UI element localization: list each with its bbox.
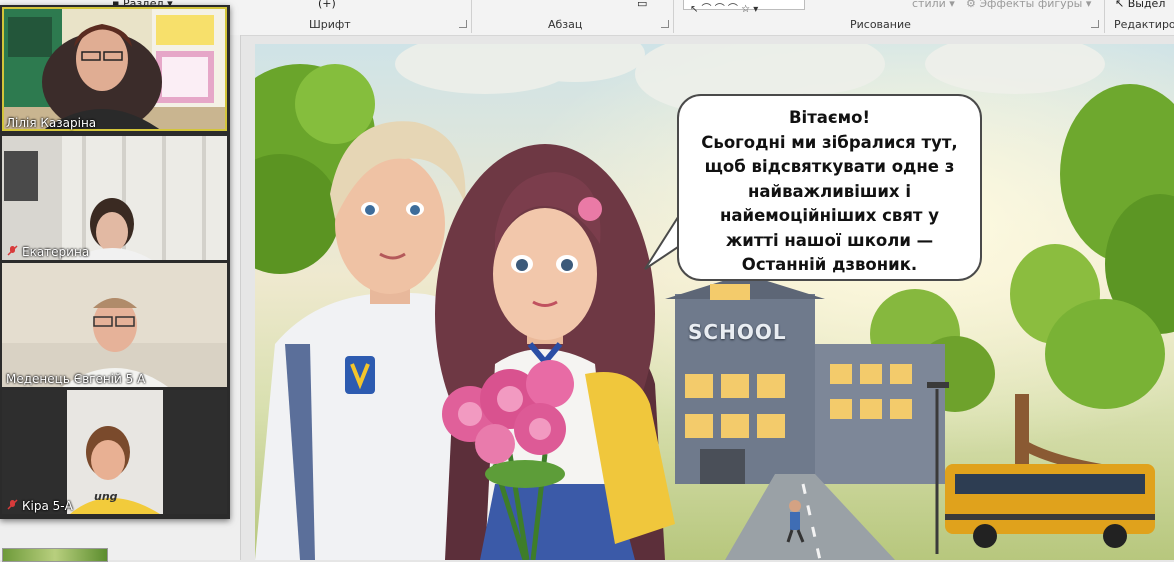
shirt-text: ung [94, 490, 118, 503]
font-group-label: Шрифт [309, 18, 351, 31]
ribbon-separator [673, 0, 674, 33]
drawing-dialog-launcher[interactable] [1091, 20, 1099, 28]
bubble-line: Вітаємо! [788, 108, 871, 127]
slide-canvas[interactable]: SCHOOL Вітаємо! Сьогодні ми зібралися ту… [255, 44, 1174, 560]
shapes-gallery-icons: ↖ ⌒ ⌒ ⌒ ☆ ▾ [690, 4, 759, 15]
participant-video [2, 263, 227, 387]
participant-name: Кіра 5-А [22, 499, 73, 513]
bubble-line: щоб відсвяткувати одне з [704, 157, 955, 176]
bubble-line: Сьогодні ми зібралися тут, [701, 132, 958, 152]
participant-name: Меденець Євгеній 5 А [6, 372, 146, 386]
styles-label: стили [912, 0, 946, 10]
school-sign: SCHOOL [688, 320, 787, 344]
participant-tile[interactable]: ung Кіра 5-А [2, 390, 227, 514]
bubble-line: Останній дзвоник. [741, 255, 918, 274]
shape-effects-button[interactable]: ⚙ Эффекты фигуры ▾ [966, 0, 1091, 10]
muted-mic-icon [7, 499, 18, 510]
ribbon-separator [1104, 0, 1105, 33]
font-dialog-launcher[interactable] [459, 20, 467, 28]
video-call-panel: Лілія Казаріна Екатерина Меденець Євгені… [0, 5, 230, 519]
bubble-line: найемоційніших свят у [720, 206, 939, 225]
participant-tile[interactable]: Меденець Євгеній 5 А [2, 263, 227, 387]
quick-styles-button[interactable]: стили ▾ [912, 0, 955, 10]
ribbon-separator [471, 0, 472, 33]
muted-mic-icon [7, 245, 18, 256]
select-label: Выдел [1127, 0, 1166, 10]
participant-video [2, 7, 227, 131]
pane-divider[interactable] [240, 35, 241, 560]
participant-video [2, 136, 227, 260]
shapes-gallery[interactable]: ↖ ⌒ ⌒ ⌒ ☆ ▾ [683, 0, 805, 15]
participant-tile[interactable]: Лілія Казаріна [2, 7, 227, 131]
columns-icon[interactable]: ▭ [637, 0, 647, 10]
bubble-line: житті нашої школи — [725, 230, 934, 250]
select-button[interactable]: ↖ Выдел [1115, 0, 1165, 10]
shape-effects-label: Эффекты фигуры [979, 0, 1083, 10]
speech-bubble[interactable]: Вітаємо! Сьогодні ми зібралися тут, щоб … [677, 94, 982, 281]
paragraph-dialog-launcher[interactable] [661, 20, 669, 28]
bubble-line: найважливіших і [748, 181, 911, 201]
participant-name: Екатерина [22, 245, 90, 259]
editing-group-label: Редактиро [1114, 18, 1174, 31]
drawing-group-label: Рисование [850, 18, 911, 31]
participant-name: Лілія Казаріна [6, 116, 97, 130]
paragraph-group-label: Абзац [548, 18, 583, 31]
participant-tile[interactable]: Екатерина [2, 136, 227, 260]
font-size-grow-icon[interactable]: (+) [318, 0, 336, 10]
